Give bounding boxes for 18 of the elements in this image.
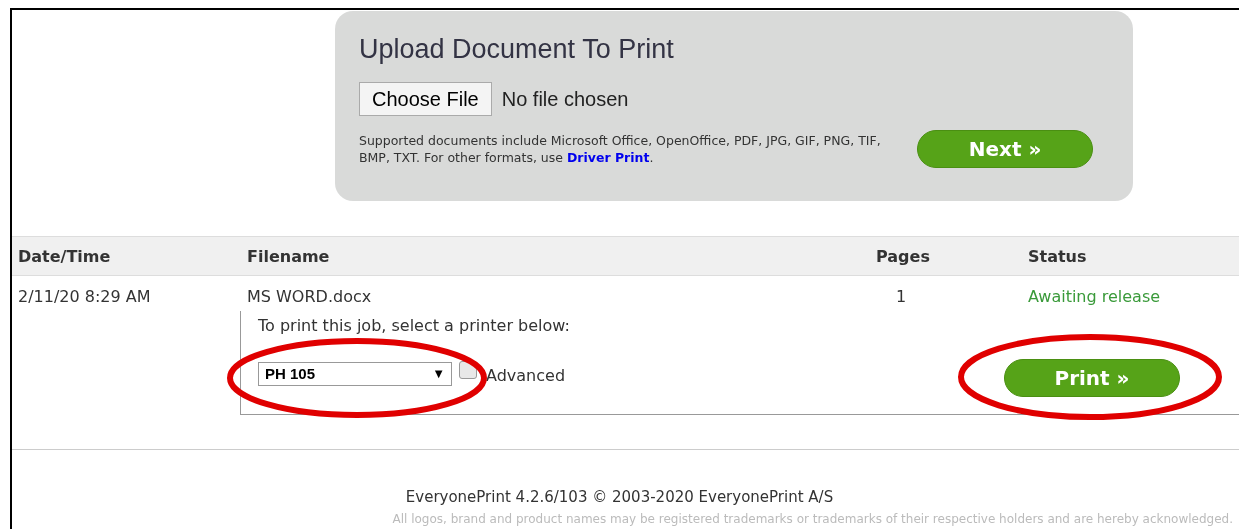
filename-cell-text: MS WORD.docx — [247, 286, 372, 308]
advanced-label: Advanced — [486, 365, 566, 387]
panel-title: Upload Document To Print — [359, 33, 675, 66]
pages-cell-text: 1 — [896, 286, 907, 308]
column-header: Status — [1028, 246, 1087, 268]
dropdown-caret-icon: ▼ — [432, 364, 445, 384]
version-text: EveryonePrint 4.2.6/103 © 2003-2020 EveryonePrint A/S — [405, 488, 834, 506]
disclaimer-text: All logos, brand and product names may be registered trademarks or trademarks of their respective holders and are hereby acknowledged. — [392, 511, 1233, 528]
printer-prompt: To print this job, select a printer below: — [258, 315, 570, 337]
status-cell-text: Awaiting release — [1028, 286, 1161, 308]
column-header: Pages — [876, 246, 930, 268]
file-status: No file chosen — [501, 86, 629, 112]
printer-dropdown[interactable]: PH 105 ▼ — [258, 362, 452, 386]
supported-formats-note: Supported documents include Microsoft Office, OpenOffice, PDF, JPG, GIF, PNG, TIF, BMP, TXT. For other formats, use Driver Print. — [359, 131, 882, 166]
column-header: Date/Time — [18, 246, 111, 268]
choose-file-button[interactable]: Choose File — [359, 81, 492, 116]
date-time-cell-text: 2/11/20 8:29 AM — [18, 286, 151, 308]
column-header: Filename — [247, 246, 330, 268]
